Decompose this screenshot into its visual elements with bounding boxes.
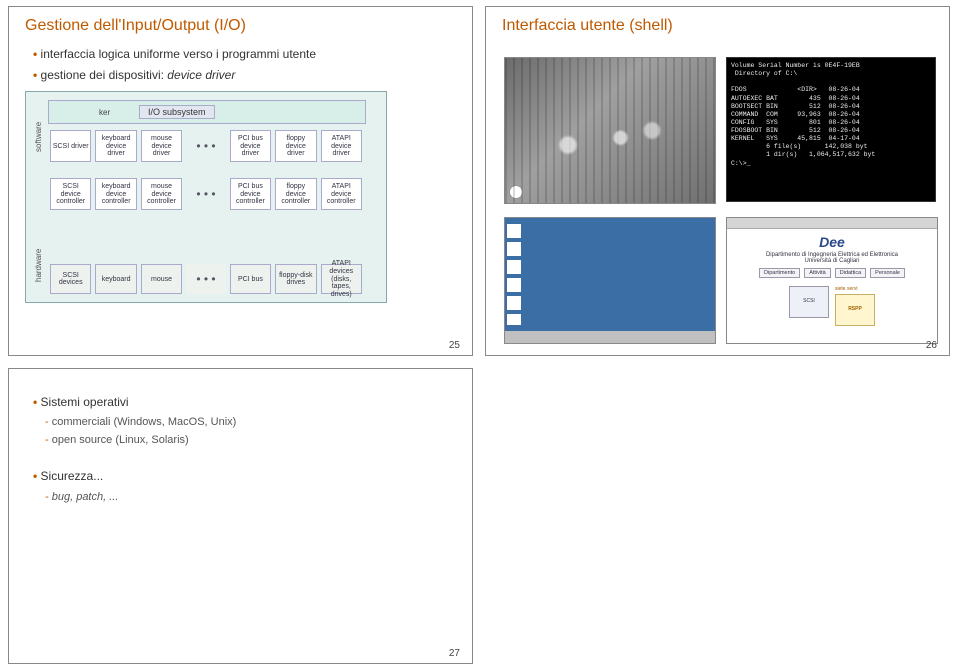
slide-title: Gestione dell'Input/Output (I/O) <box>9 7 472 41</box>
image-browser-window: Dee Dipartimento di Ingegneria Elettrica… <box>726 217 938 344</box>
site-subtitle-2: Università di Cagliari <box>804 258 859 264</box>
image-dos-shell: Volume Serial Number is 0E4F-19EB Direct… <box>726 57 936 202</box>
info-boxes: SCSI siete servi RSPP <box>789 286 875 326</box>
bullet-2: gestione dei dispositivi: device driver <box>33 66 454 85</box>
io-diagram: software hardware ker I/O subsystem SCSI… <box>25 91 387 303</box>
slide-27: Sistemi operativi commerciali (Windows, … <box>8 368 473 664</box>
page-number: 26 <box>926 340 937 351</box>
slide-title: Interfaccia utente (shell) <box>486 7 949 41</box>
bullet-security: Sicurezza... <box>33 467 454 486</box>
nav-links: Dipartimento Attività Didattica Personal… <box>759 268 905 278</box>
sub-opensource: open source (Linux, Solaris) <box>33 432 454 450</box>
io-subsystem-row: ker I/O subsystem <box>48 100 366 124</box>
bullet-1: interfaccia logica uniforme verso i prog… <box>33 45 454 64</box>
bullets: interfaccia logica uniforme verso i prog… <box>9 41 472 85</box>
magnifier-icon <box>509 185 523 199</box>
row-controllers: SCSI device controller keyboard device c… <box>48 176 364 212</box>
page-number: 25 <box>449 340 460 351</box>
label-software: software <box>34 122 43 152</box>
site-logo: Dee <box>819 234 845 250</box>
page-number: 27 <box>449 648 460 659</box>
row-devices: SCSI devices keyboard mouse • • • PCI bu… <box>48 262 364 296</box>
sub-commercial: commerciali (Windows, MacOS, Unix) <box>33 414 454 432</box>
label-hardware: hardware <box>34 249 43 282</box>
bullets: Sistemi operativi commerciali (Windows, … <box>9 369 472 506</box>
row-drivers: SCSI driver keyboard device driver mouse… <box>48 128 364 164</box>
image-mainframe-photo <box>504 57 716 204</box>
bullet-os: Sistemi operativi <box>33 393 454 412</box>
slide-25: Gestione dell'Input/Output (I/O) interfa… <box>8 6 473 356</box>
slide-26: Interfaccia utente (shell) Volume Serial… <box>485 6 950 356</box>
sub-bugpatch: bug, patch, ... <box>33 489 454 507</box>
image-windows-desktop <box>504 217 716 344</box>
